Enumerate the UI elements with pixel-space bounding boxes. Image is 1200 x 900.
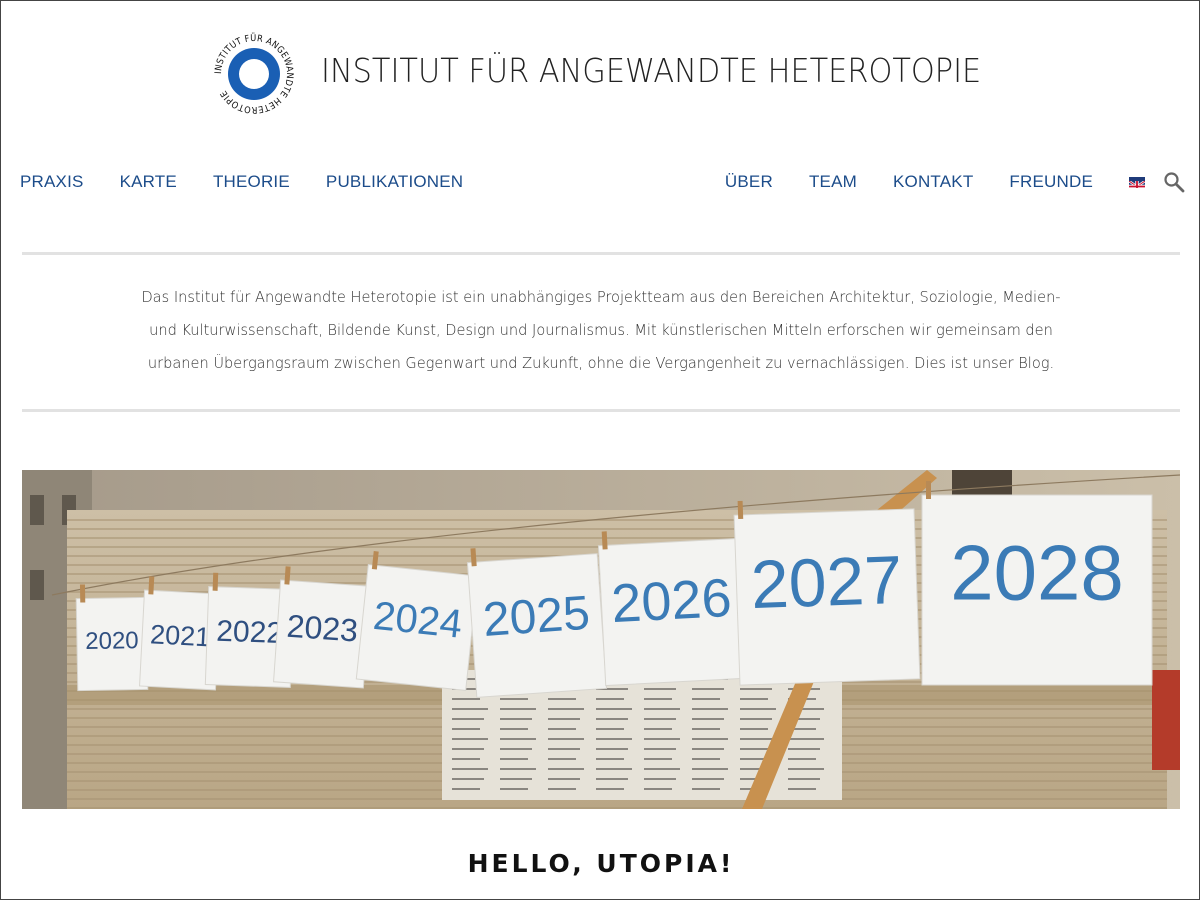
year-label: 2022: [216, 615, 284, 650]
year-label: 2026: [610, 568, 733, 634]
nav-item-über[interactable]: ÜBER: [725, 172, 773, 192]
intro-top-divider: [22, 252, 1180, 255]
intro-text: Das Institut für Angewandte Heterotopie …: [141, 288, 1061, 372]
year-banner-2025: 2025: [466, 548, 608, 698]
site-header: INSTITUT FÜR ANGEWANDTE HETEROTOPIE INST…: [1, 29, 1199, 117]
nav-right-group: ÜBER TEAM KONTAKT FREUNDE: [689, 167, 1185, 197]
year-label: 2025: [481, 587, 591, 647]
site-title[interactable]: INSTITUT FÜR ANGEWANDTE HETEROTOPIE: [321, 51, 981, 90]
hero-image[interactable]: 2020 2021 2022 2023 2024 2025 2026 2027 2028: [22, 470, 1180, 809]
nav-item-team[interactable]: TEAM: [809, 172, 857, 192]
nav-item-karte[interactable]: KARTE: [120, 172, 177, 192]
year-banner-2028: 2028: [921, 481, 1153, 686]
page-frame: INSTITUT FÜR ANGEWANDTE HETEROTOPIE INST…: [0, 0, 1200, 900]
nav-item-theorie[interactable]: THEORIE: [213, 172, 290, 192]
nav-item-publikationen[interactable]: PUBLIKATIONEN: [326, 172, 463, 192]
intro-bottom-divider: [22, 409, 1180, 412]
uk-flag-icon[interactable]: [1129, 176, 1145, 188]
search-icon[interactable]: [1163, 171, 1185, 193]
nav-item-freunde[interactable]: FREUNDE: [1009, 172, 1093, 192]
year-label: 2021: [149, 619, 211, 652]
year-label: 2020: [85, 627, 139, 655]
main-navigation: PRAXIS KARTE THEORIE PUBLIKATIONEN ÜBER TEAM…: [1, 167, 1199, 197]
institute-logo[interactable]: INSTITUT FÜR ANGEWANDTE HETEROTOPIE: [211, 31, 297, 117]
nav-left-group: PRAXIS KARTE THEORIE PUBLIKATIONEN: [20, 167, 499, 197]
year-label: 2028: [950, 529, 1124, 617]
year-banner-2020: 2020: [75, 584, 149, 692]
nav-item-kontakt[interactable]: KONTAKT: [893, 172, 973, 192]
year-banner-2027: 2027: [733, 500, 921, 686]
year-banner-2026: 2026: [597, 531, 747, 687]
year-label: 2024: [371, 594, 464, 647]
post-title[interactable]: HELLO, UTOPIA!: [1, 849, 1199, 878]
year-label: 2027: [750, 542, 904, 623]
nav-item-praxis[interactable]: PRAXIS: [20, 172, 84, 192]
year-label: 2023: [286, 608, 360, 649]
